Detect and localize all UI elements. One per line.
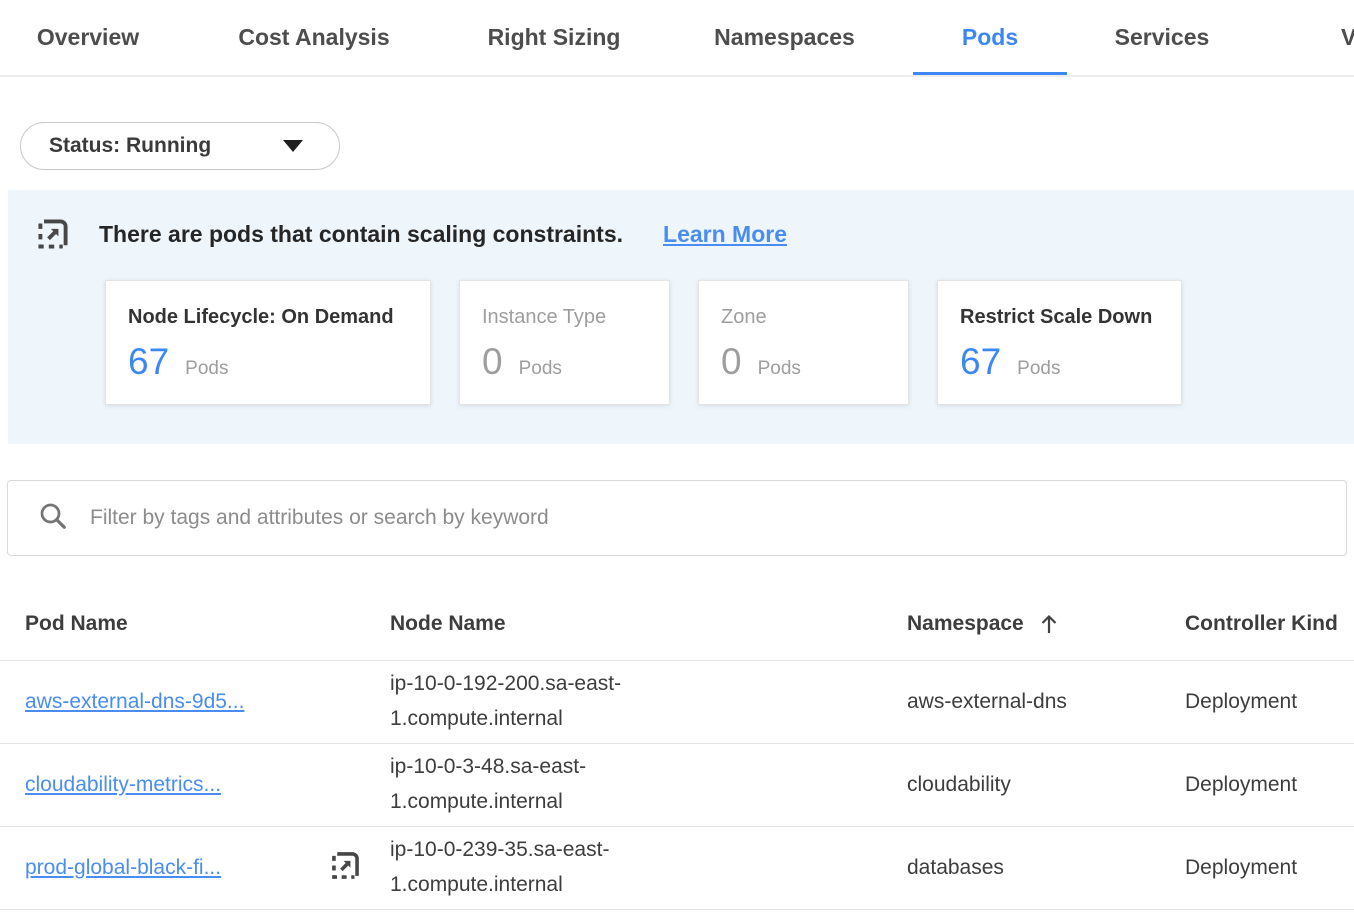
pod-name-link[interactable]: aws-external-dns-9d5... xyxy=(25,690,244,714)
sort-ascending-icon xyxy=(1038,612,1060,636)
column-header-node-name[interactable]: Node Name xyxy=(390,612,907,660)
table-row: cloudability-metrics... ip-10-0-3-48.sa-… xyxy=(0,744,1354,827)
card-unit: Pods xyxy=(758,358,801,380)
card-node-lifecycle[interactable]: Node Lifecycle: On Demand 67 Pods xyxy=(105,280,431,405)
constraint-cards: Node Lifecycle: On Demand 67 Pods Instan… xyxy=(105,280,1354,405)
card-unit: Pods xyxy=(185,358,228,380)
top-tab-bar: Overview Cost Analysis Right Sizing Name… xyxy=(0,0,1354,77)
column-header-pod-name[interactable]: Pod Name xyxy=(25,612,390,660)
column-header-controller-kind[interactable]: Controller Kind xyxy=(1185,612,1354,660)
column-header-namespace-label: Namespace xyxy=(907,612,1024,636)
search-input[interactable] xyxy=(90,506,1326,530)
tab-overview[interactable]: Overview xyxy=(0,0,176,75)
card-title: Node Lifecycle: On Demand xyxy=(128,306,408,329)
chevron-down-icon xyxy=(283,140,303,152)
controller-kind: Deployment xyxy=(1185,773,1354,797)
tab-services[interactable]: Services xyxy=(1067,0,1257,75)
scaling-constraints-banner: There are pods that contain scaling cons… xyxy=(8,190,1354,444)
status-filter-label: Status: Running xyxy=(49,134,211,158)
learn-more-link[interactable]: Learn More xyxy=(663,221,787,248)
card-title: Restrict Scale Down xyxy=(960,306,1159,329)
card-instance-type[interactable]: Instance Type 0 Pods xyxy=(459,280,670,405)
card-unit: Pods xyxy=(1017,358,1060,380)
namespace: aws-external-dns xyxy=(907,685,1069,720)
status-filter-dropdown[interactable]: Status: Running xyxy=(20,122,340,170)
card-value: 67 xyxy=(960,341,1001,383)
node-name: ip-10-0-3-48.sa-east-1.compute.internal xyxy=(390,750,668,819)
controller-kind: Deployment xyxy=(1185,690,1354,714)
namespace: cloudability xyxy=(907,768,1069,803)
card-unit: Pods xyxy=(519,358,562,380)
tab-namespaces[interactable]: Namespaces xyxy=(656,0,913,75)
tab-pods[interactable]: Pods xyxy=(913,0,1067,75)
banner-message: There are pods that contain scaling cons… xyxy=(99,221,623,248)
tab-right-sizing[interactable]: Right Sizing xyxy=(452,0,656,75)
filter-row: Status: Running xyxy=(20,122,1354,170)
pod-name-link[interactable]: prod-global-black-fi... xyxy=(25,856,221,880)
scaling-constraint-icon xyxy=(35,216,71,252)
card-value: 0 xyxy=(482,341,503,383)
card-restrict-scale-down[interactable]: Restrict Scale Down 67 Pods xyxy=(937,280,1182,405)
namespace: databases xyxy=(907,851,1069,886)
table-row: aws-external-dns-9d5... ip-10-0-192-200.… xyxy=(0,661,1354,744)
pod-name-link[interactable]: cloudability-metrics... xyxy=(25,773,221,797)
tab-virtual[interactable]: Virtu xyxy=(1257,0,1354,75)
card-zone[interactable]: Zone 0 Pods xyxy=(698,280,909,405)
search-bar xyxy=(7,480,1347,556)
node-name: ip-10-0-192-200.sa-east-1.compute.intern… xyxy=(390,667,668,736)
column-header-namespace[interactable]: Namespace xyxy=(907,612,1185,660)
card-value: 67 xyxy=(128,341,169,383)
card-value: 0 xyxy=(721,341,742,383)
scaling-constraint-icon xyxy=(329,849,362,888)
table-header: Pod Name Node Name Namespace Controller … xyxy=(0,556,1354,661)
controller-kind: Deployment xyxy=(1185,856,1354,880)
card-title: Instance Type xyxy=(482,306,647,329)
table-row: prod-global-black-fi... ip-10-0-239-35.s… xyxy=(0,827,1354,910)
tab-cost-analysis[interactable]: Cost Analysis xyxy=(176,0,452,75)
node-name: ip-10-0-239-35.sa-east-1.compute.interna… xyxy=(390,833,668,902)
search-icon xyxy=(38,501,68,536)
card-title: Zone xyxy=(721,306,886,329)
